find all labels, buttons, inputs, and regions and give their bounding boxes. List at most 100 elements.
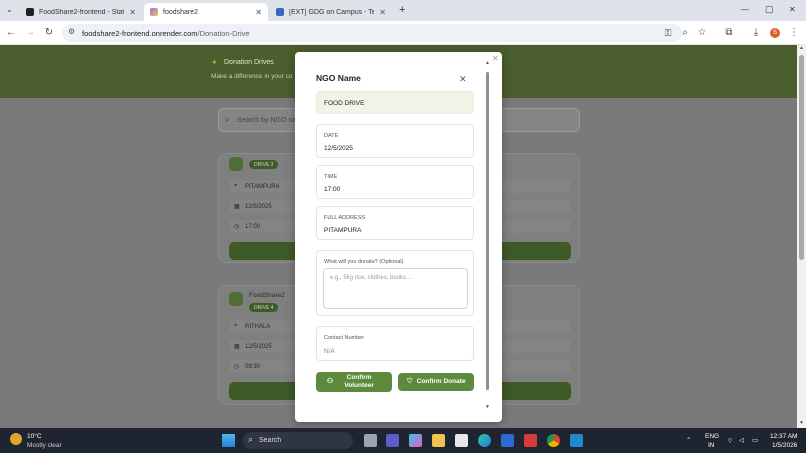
drive-badge: DRIVE 3	[249, 160, 279, 169]
date-value: 12/5/2025	[324, 145, 353, 152]
hero-title: Donation Drives	[224, 59, 274, 66]
donation-textarea[interactable]: e.g., 5kg rice, clothes, books...	[323, 268, 468, 309]
page-content: ✦ Donation Drives Make a difference in y…	[0, 45, 797, 428]
confirm-donate-button[interactable]: ♡ Confirm Donate	[398, 373, 474, 391]
time-label: TIME	[324, 174, 338, 180]
weather-temp[interactable]: 10°C	[27, 433, 42, 440]
close-modal-icon[interactable]: ✕	[459, 74, 467, 85]
hero-subtitle: Make a difference in your co	[211, 73, 293, 80]
search-placeholder: Search by NGO nam	[237, 116, 302, 124]
contact-value: N/A	[324, 348, 335, 355]
browser-toolbar: ← → ↻ ⚙ foodshare2-frontend.onrender.com…	[0, 21, 806, 45]
modal-scrollbar[interactable]: ▲ ▼	[485, 60, 491, 414]
date-label: DATE	[324, 133, 339, 139]
search-icon: ⌕	[225, 115, 230, 124]
location-pin-icon: ⌖	[234, 323, 238, 329]
reload-icon[interactable]: ↻	[42, 26, 56, 40]
close-tab-icon[interactable]: ✕	[255, 8, 262, 17]
vscode-icon[interactable]	[570, 434, 583, 447]
date-text: 12/5/2025	[245, 203, 272, 210]
tab-title: FoodShare2-frontend - Static S	[39, 8, 125, 16]
heart-icon: ♡	[406, 378, 413, 385]
tray-chevron-icon[interactable]: ⌃	[686, 436, 691, 444]
download-icon[interactable]: ⤓	[749, 26, 763, 40]
calendar-icon: ▦	[234, 344, 240, 350]
page-scrollbar[interactable]: ▲ ▼	[797, 45, 806, 428]
time-text: 17:00	[245, 223, 261, 230]
clock-icon: ◷	[234, 364, 240, 370]
address-label: FULL ADDRESS	[324, 215, 366, 221]
wifi-icon[interactable]: ⌔	[727, 436, 733, 445]
profile-avatar[interactable]: S	[770, 28, 780, 38]
address-bar[interactable]: ⚙ foodshare2-frontend.onrender.com/Donat…	[62, 24, 682, 42]
clock-time[interactable]: 12:37 AM	[770, 433, 797, 440]
tab-foodshare2[interactable]: foodshare2 ✕	[144, 3, 268, 21]
windows-start-icon[interactable]	[222, 434, 235, 447]
ngo-name-value: FOOD DRIVE	[324, 100, 365, 107]
tab-foodshare-static[interactable]: FoodShare2-frontend - Static S ✕	[20, 3, 142, 21]
search-icon: ⌕	[248, 434, 254, 444]
contact-field: Contact Number N/A	[316, 326, 474, 361]
clock-date[interactable]: 1/5/2026	[772, 442, 797, 449]
bookmark-star-icon[interactable]: ☆	[695, 26, 709, 40]
weather-icon[interactable]	[10, 433, 22, 445]
battery-icon[interactable]: ▭	[752, 436, 758, 444]
clock-icon: ◷	[234, 224, 240, 230]
security-app-icon[interactable]	[524, 434, 537, 447]
address-value: PITAMPURA	[324, 227, 362, 234]
time-value: 17:00	[324, 186, 341, 193]
menu-kebab-icon[interactable]: ⋮	[787, 26, 801, 40]
copilot-icon[interactable]	[409, 434, 422, 447]
tab-search-icon[interactable]: ⌄	[6, 5, 13, 14]
tab-gdg[interactable]: [EXT] GDG on Campus - TechSp ✕	[270, 3, 392, 21]
language-bottom[interactable]: IN	[708, 442, 715, 449]
time-field: TIME 17:00	[316, 165, 474, 199]
file-explorer-icon[interactable]	[432, 434, 445, 447]
ngo-avatar-icon	[229, 292, 243, 306]
forward-icon[interactable]: →	[23, 26, 37, 40]
close-window-button[interactable]: ✕	[789, 5, 796, 14]
windows-taskbar: 10°C Mostly clear ⌕ Search ⌃ ENG IN ⌔ ◁ …	[0, 428, 806, 453]
new-tab-button[interactable]: +	[399, 4, 405, 16]
time-text: 09:30	[245, 363, 261, 370]
store-icon[interactable]	[455, 434, 468, 447]
browser-tab-bar: ⌄ FoodShare2-frontend - Static S ✕ foods…	[0, 0, 806, 21]
maximize-button[interactable]: ▢	[765, 4, 774, 15]
outer-close-icon[interactable]: ✕	[492, 54, 499, 63]
zoom-icon[interactable]: ⌕	[678, 26, 692, 40]
sparkle-icon: ✦	[211, 58, 218, 67]
app-icon[interactable]	[501, 434, 514, 447]
tab-title: [EXT] GDG on Campus - TechSp	[289, 8, 375, 16]
edge-icon[interactable]	[478, 434, 491, 447]
modal-title: NGO Name	[316, 73, 361, 83]
volume-icon[interactable]: ◁	[739, 436, 744, 444]
scroll-up-icon[interactable]: ▲	[485, 60, 490, 66]
location-text: PITAMPURA	[245, 183, 280, 190]
close-tab-icon[interactable]: ✕	[129, 8, 136, 17]
language-top[interactable]: ENG	[705, 433, 719, 440]
close-tab-icon[interactable]: ✕	[379, 8, 386, 17]
teams-favicon-icon	[276, 8, 284, 16]
back-icon[interactable]: ←	[4, 26, 18, 40]
minimize-button[interactable]: —	[741, 5, 749, 14]
page-scroll-thumb[interactable]	[799, 55, 804, 260]
taskbar-search[interactable]: ⌕ Search	[243, 432, 353, 449]
modal-scroll-thumb[interactable]	[486, 72, 489, 390]
teams-icon[interactable]	[386, 434, 399, 447]
page-scroll-down-icon[interactable]: ▼	[799, 420, 804, 426]
url-path: /Donation-Drive	[197, 28, 250, 38]
date-text: 12/5/2025	[245, 343, 272, 350]
task-view-icon[interactable]	[364, 434, 377, 447]
taskbar-search-label: Search	[259, 437, 282, 444]
contact-label: Contact Number	[324, 335, 365, 341]
page-scroll-up-icon[interactable]: ▲	[799, 45, 804, 51]
location-text: RITHALA	[245, 323, 271, 330]
location-pin-icon: ⌖	[234, 183, 238, 189]
site-info-icon[interactable]: ⚙	[68, 27, 75, 36]
weather-desc[interactable]: Mostly clear	[27, 442, 62, 449]
extensions-icon[interactable]: ⧉	[722, 26, 736, 40]
scroll-down-icon[interactable]: ▼	[485, 404, 490, 410]
password-key-icon[interactable]: ⚿	[661, 26, 675, 40]
chrome-icon[interactable]	[547, 434, 560, 447]
confirm-volunteer-button[interactable]: ⚇ Confirm Volunteer	[316, 372, 392, 392]
